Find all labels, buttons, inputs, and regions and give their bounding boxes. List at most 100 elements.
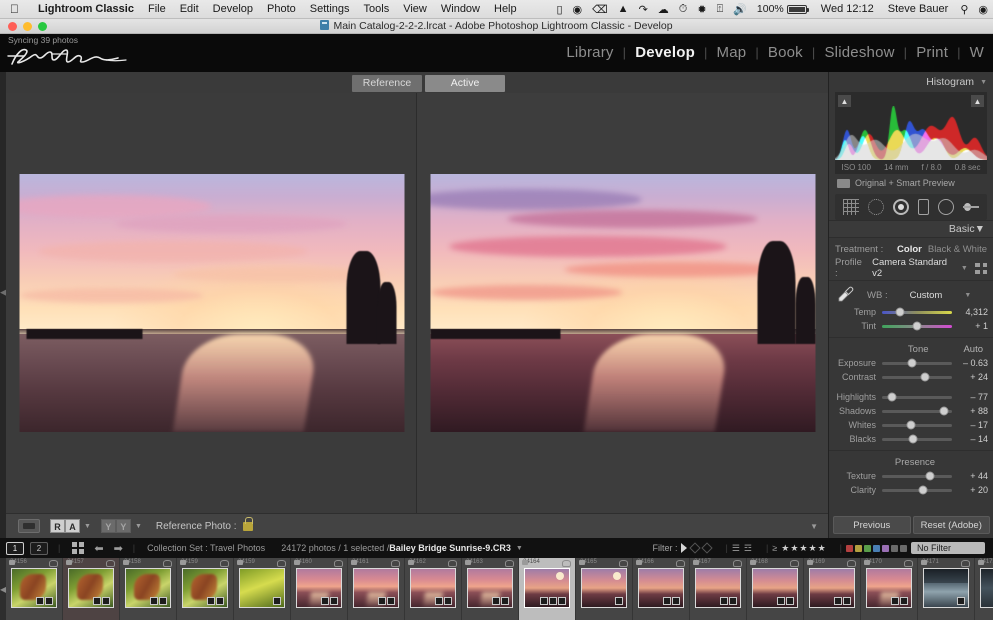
cloud-icon[interactable]: ☁ [653,3,674,16]
flag-badge-icon[interactable] [408,560,414,565]
filmstrip-thumbnail[interactable]: 24166 [633,558,690,620]
filmstrip-thumbnail[interactable]: 24169 [804,558,861,620]
thumbnail-badges[interactable] [93,597,110,605]
flag-badge-icon[interactable] [294,560,300,565]
thumbnail-image[interactable] [752,568,798,608]
thumbnail-image[interactable] [524,568,570,608]
apple-icon[interactable]:  [10,3,19,15]
color-label-none[interactable] [891,545,898,552]
thumbnail-badge-icon[interactable] [843,597,851,605]
thumbnail-image[interactable] [239,568,285,608]
slider-clarity[interactable]: Clarity + 20 [829,483,993,497]
flag-badge-icon[interactable] [579,560,585,565]
thumbnail-badge-icon[interactable] [93,597,101,605]
active-pane[interactable] [417,93,828,513]
flag-badge-icon[interactable] [693,560,699,565]
flag-badge-icon[interactable] [237,560,243,565]
reference-photo[interactable] [19,174,404,432]
identity-plate[interactable] [6,42,136,70]
download-icon[interactable]: ⌫ [587,3,613,16]
thumbnail-badges[interactable] [492,597,509,605]
slider-shadows-track[interactable] [882,410,952,413]
thumbnail-badge-icon[interactable] [540,597,548,605]
thumbnail-badges[interactable] [777,597,794,605]
thumbnail-image[interactable] [353,568,399,608]
slider-texture-track[interactable] [882,475,952,478]
rotate-badge-icon[interactable] [448,560,457,567]
histogram[interactable]: ▲ ▲ ISO 100 14 mm f / 8.0 0.8 sec [835,92,987,174]
compare-yy-caret-icon[interactable]: ▼ [135,523,142,530]
module-print[interactable]: Print [907,44,957,61]
thumbnail-badges[interactable] [36,597,53,605]
thumbnail-badge-icon[interactable] [777,597,785,605]
slider-shadows-knob[interactable] [940,407,949,416]
graduated-filter-icon[interactable] [963,199,979,215]
menu-photo[interactable]: Photo [260,3,303,15]
thumbnail-badge-icon[interactable] [444,597,452,605]
filmstrip-thumbnail[interactable]: 24157 [63,558,120,620]
star-3-icon[interactable]: ★ [799,543,807,554]
menu-user-name[interactable]: Steve Bauer [881,3,956,15]
rotate-badge-icon[interactable] [49,560,58,567]
filter-preset-dropdown[interactable]: No Filter [911,542,985,554]
filmstrip-thumbnail[interactable]: 24159 [177,558,234,620]
basic-panel-header[interactable]: Basic ▼ [829,220,993,238]
thumbnail-badges[interactable] [663,597,680,605]
chevron-down-icon[interactable]: ▼ [961,265,968,272]
thumbnail-badge-icon[interactable] [615,597,623,605]
thumbnail-badge-icon[interactable] [834,597,842,605]
menu-file[interactable]: File [141,3,173,15]
masking-icon[interactable] [918,199,929,215]
flag-badge-icon[interactable] [123,560,129,565]
flag-badge-icon[interactable] [636,560,642,565]
thumbnail-badge-icon[interactable] [729,597,737,605]
thumbnail-badge-icon[interactable] [900,597,908,605]
color-label-purple[interactable] [882,545,889,552]
screen-mode-1-button[interactable]: 1 [6,542,24,555]
search-icon[interactable]: ⚲ [955,3,973,16]
backup-icon[interactable]: ↷ [634,3,653,16]
slider-temp-track[interactable] [882,311,952,314]
thumbnail-badge-icon[interactable] [36,597,44,605]
filmstrip-thumbnail[interactable]: 24164 [519,558,576,620]
menu-app-name[interactable]: Lightroom Classic [31,3,141,15]
thumbnail-badges[interactable] [615,597,623,605]
slider-tint-knob[interactable] [913,322,922,331]
thumbnail-badge-icon[interactable] [957,597,965,605]
thumbnail-image[interactable] [68,568,114,608]
slider-highlights-track[interactable] [882,396,952,399]
color-label-custom[interactable] [900,545,907,552]
screen-mode-2-button[interactable]: 2 [30,542,48,555]
thumbnail-badges[interactable] [891,597,908,605]
slider-contrast-knob[interactable] [921,373,930,382]
filmstrip-thumbnail[interactable]: 24172 [975,558,993,620]
thumbnail-image[interactable] [182,568,228,608]
profile-value[interactable]: Camera Standard v2 [872,257,954,279]
reset-button[interactable]: Reset (Adobe) [913,516,991,534]
rotate-badge-icon[interactable] [847,560,856,567]
thumbnail-badges[interactable] [834,597,851,605]
color-label-yellow[interactable] [855,545,862,552]
slider-clarity-track[interactable] [882,489,952,492]
star-5-icon[interactable]: ★ [818,543,826,554]
slider-highlights[interactable]: Highlights – 77 [829,390,993,404]
thumbnail-badge-icon[interactable] [558,597,566,605]
thumbnail-badge-icon[interactable] [435,597,443,605]
thumbnail-badges[interactable] [720,597,737,605]
rotate-badge-icon[interactable] [676,560,685,567]
treatment-option-color[interactable]: Color [897,244,922,255]
menu-help[interactable]: Help [487,3,524,15]
slider-contrast-track[interactable] [882,376,952,379]
menu-settings[interactable]: Settings [303,3,357,15]
thumbnail-badge-icon[interactable] [663,597,671,605]
star-4-icon[interactable]: ★ [809,543,817,554]
slider-highlights-knob[interactable] [887,393,896,402]
rotate-badge-icon[interactable] [562,560,571,567]
rotate-badge-icon[interactable] [733,560,742,567]
thumbnail-image[interactable] [923,568,969,608]
thumbnail-badge-icon[interactable] [720,597,728,605]
treatment-option-bw[interactable]: Black & White [928,244,987,255]
menu-clock[interactable]: Wed 12:12 [814,3,881,15]
thumbnail-image[interactable] [467,568,513,608]
flag-badge-icon[interactable] [750,560,756,565]
